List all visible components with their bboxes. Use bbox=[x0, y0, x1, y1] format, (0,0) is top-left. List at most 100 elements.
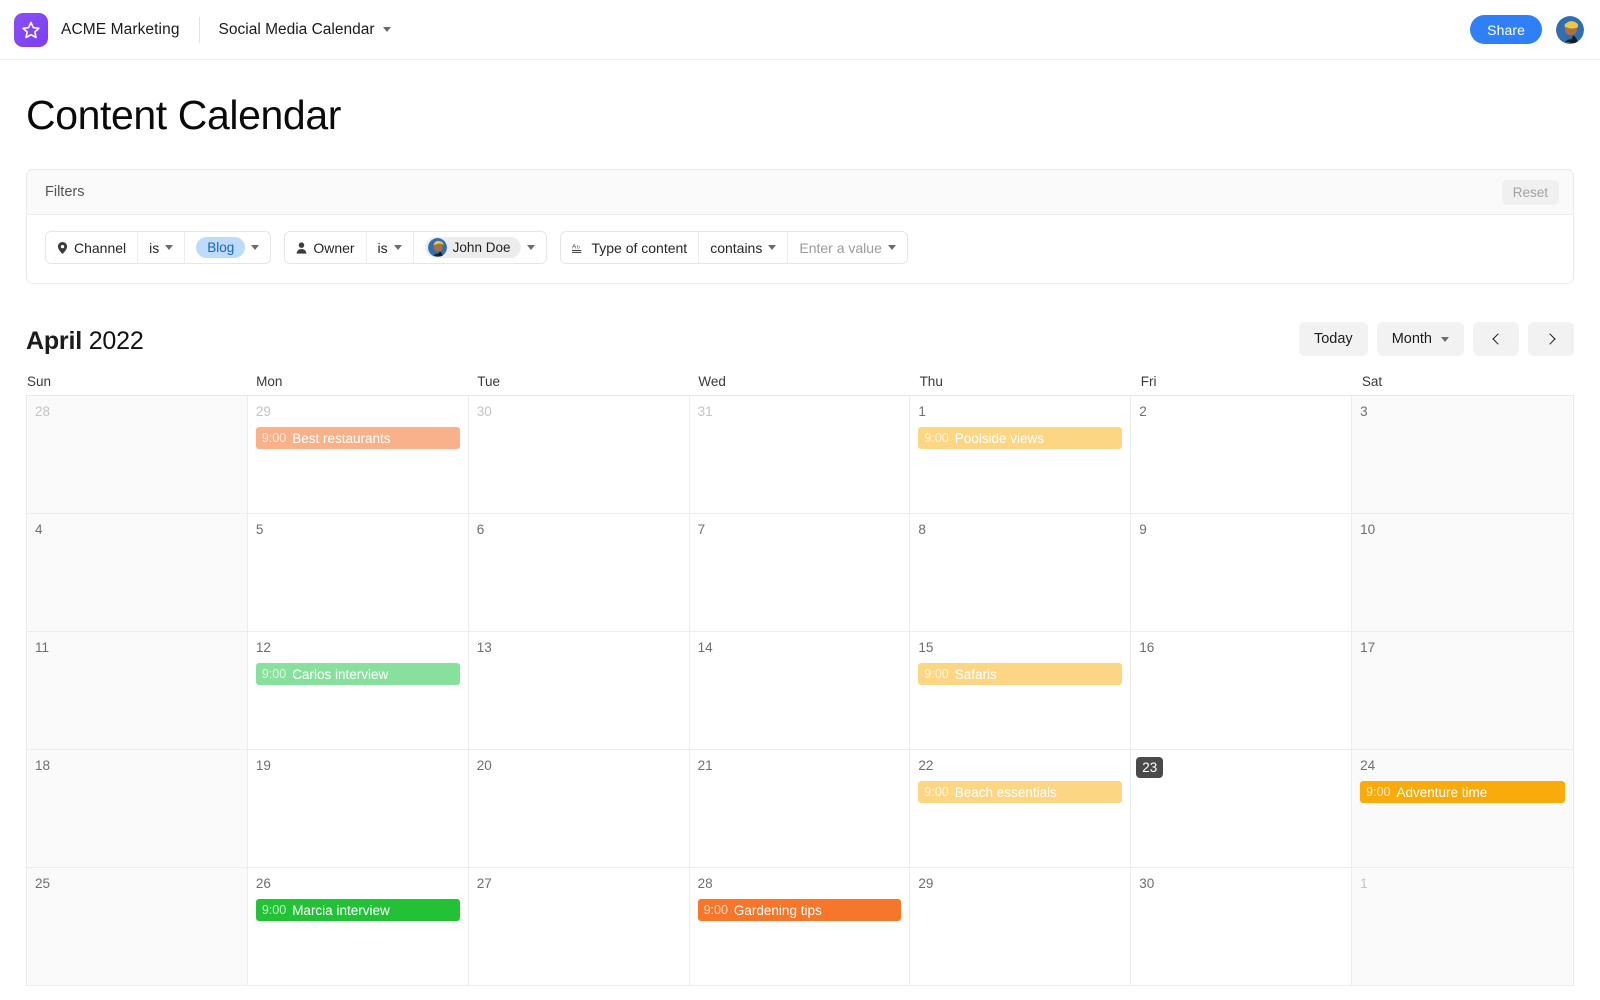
today-button[interactable]: Today bbox=[1298, 322, 1368, 356]
share-button[interactable]: Share bbox=[1470, 15, 1542, 44]
filter-owner-value[interactable]: John Doe bbox=[412, 232, 547, 263]
day-number-today: 23 bbox=[1136, 757, 1164, 778]
calendar-day-cell[interactable]: 30 bbox=[468, 396, 690, 514]
day-number: 30 bbox=[476, 404, 492, 419]
chevron-down-icon bbox=[768, 245, 777, 250]
chevron-right-icon bbox=[1543, 333, 1556, 345]
filter-type-of-content: A b Type of content contains Enter a val… bbox=[560, 231, 908, 264]
calendar-event[interactable]: 9:00 Best restaurants bbox=[255, 427, 460, 449]
calendar-day-cell[interactable]: 16 bbox=[1131, 632, 1353, 750]
filter-type-operator[interactable]: contains bbox=[698, 232, 787, 263]
day-number: 20 bbox=[476, 758, 492, 773]
reset-filters-button[interactable]: Reset bbox=[1501, 179, 1559, 205]
calendar-day-cell[interactable]: 10 bbox=[1352, 514, 1573, 632]
page-body: Content Calendar Filters Reset Channel i… bbox=[0, 92, 1600, 986]
calendar-day-cell[interactable]: 30 bbox=[1131, 868, 1353, 986]
prev-month-button[interactable] bbox=[1473, 322, 1519, 356]
day-number: 13 bbox=[476, 640, 492, 655]
calendar-day-cell[interactable]: 24 9:00 Adventure time bbox=[1352, 750, 1573, 868]
avatar[interactable] bbox=[1556, 15, 1584, 44]
calendar-day-cell[interactable]: 29 9:00 Best restaurants bbox=[247, 396, 469, 514]
filter-owner-operator-label: is bbox=[377, 239, 388, 256]
calendar-day-cell[interactable]: 2 bbox=[1131, 396, 1353, 514]
calendar-day-cell[interactable]: 3 bbox=[1352, 396, 1573, 514]
chevron-down-icon bbox=[382, 27, 391, 32]
document-title-menu[interactable]: Social Media Calendar bbox=[219, 21, 391, 39]
calendar-day-cell[interactable]: 15 9:00 Safaris bbox=[910, 632, 1132, 750]
calendar-event[interactable]: 9:00 Carlos interview bbox=[255, 663, 460, 685]
next-month-button[interactable] bbox=[1528, 322, 1574, 356]
app-logo[interactable] bbox=[14, 12, 48, 47]
calendar-day-cell[interactable]: 18 bbox=[27, 750, 248, 868]
calendar-day-cell[interactable]: 19 bbox=[247, 750, 469, 868]
calendar-day-cell[interactable]: 29 bbox=[910, 868, 1132, 986]
calendar-event[interactable]: 9:00 Gardening tips bbox=[697, 899, 902, 921]
filter-type-value[interactable]: Enter a value bbox=[787, 232, 906, 263]
event-time: 9:00 bbox=[924, 785, 949, 799]
event-time: 9:00 bbox=[924, 431, 949, 445]
calendar-day-cell[interactable]: 7 bbox=[689, 514, 911, 632]
event-time: 9:00 bbox=[1366, 785, 1391, 799]
calendar-day-cell[interactable]: 14 bbox=[689, 632, 911, 750]
calendar-day-cell[interactable]: 6 bbox=[468, 514, 690, 632]
day-number: 7 bbox=[697, 522, 706, 537]
day-of-week-mon: Mon bbox=[256, 374, 283, 389]
calendar-day-cell[interactable]: 5 bbox=[247, 514, 469, 632]
chevron-down-icon bbox=[1441, 336, 1449, 342]
filter-owner-field[interactable]: Owner bbox=[285, 232, 365, 263]
location-pin-icon bbox=[57, 241, 68, 254]
calendar-day-cell[interactable]: 4 bbox=[27, 514, 248, 632]
calendar-day-cell[interactable]: 12 9:00 Carlos interview bbox=[247, 632, 469, 750]
day-number: 11 bbox=[35, 640, 50, 655]
filter-type-value-placeholder: Enter a value bbox=[799, 239, 882, 256]
calendar-grid: 28 29 9:00 Best restaurants 30 31 1 9:00 Poolsid… bbox=[26, 395, 1574, 986]
filter-type-field[interactable]: A b Type of content bbox=[561, 232, 698, 263]
calendar-event[interactable]: 9:00 Adventure time bbox=[1360, 781, 1565, 803]
filter-channel-field[interactable]: Channel bbox=[46, 232, 137, 263]
calendar-event[interactable]: 9:00 Beach essentials bbox=[918, 781, 1123, 803]
calendar-day-cell[interactable]: 11 bbox=[27, 632, 248, 750]
calendar-day-cell[interactable]: 9 bbox=[1131, 514, 1353, 632]
filter-owner-field-label: Owner bbox=[313, 239, 355, 256]
filter-channel-operator[interactable]: is bbox=[137, 232, 184, 263]
calendar-year: 2022 bbox=[88, 327, 144, 355]
day-number: 24 bbox=[1360, 758, 1376, 773]
calendar-day-cell[interactable]: 21 bbox=[689, 750, 911, 868]
calendar-event[interactable]: 9:00 Safaris bbox=[918, 663, 1123, 685]
calendar-day-cell[interactable]: 20 bbox=[468, 750, 690, 868]
chevron-down-icon bbox=[165, 245, 174, 250]
calendar-day-cell[interactable]: 23 bbox=[1131, 750, 1353, 868]
calendar-day-cell[interactable]: 1 bbox=[1352, 868, 1573, 986]
day-of-week-thu: Thu bbox=[919, 374, 943, 389]
day-of-week-fri: Fri bbox=[1140, 374, 1157, 389]
filter-channel-value[interactable]: Blog bbox=[184, 232, 270, 263]
calendar-day-cell[interactable]: 28 bbox=[27, 396, 248, 514]
view-select[interactable]: Month bbox=[1376, 322, 1464, 356]
calendar-event[interactable]: 9:00 Marcia interview bbox=[255, 899, 460, 921]
filter-channel-operator-label: is bbox=[149, 239, 160, 256]
calendar-day-cell[interactable]: 17 bbox=[1352, 632, 1573, 750]
day-number: 27 bbox=[476, 876, 492, 891]
filter-type-operator-label: contains bbox=[710, 239, 763, 256]
calendar-event[interactable]: 9:00 Poolside views bbox=[918, 427, 1123, 449]
event-time: 9:00 bbox=[924, 667, 949, 681]
calendar-month-title: April 2022 bbox=[26, 327, 144, 356]
filter-type-field-label: Type of content bbox=[591, 239, 688, 256]
filter-channel-value-chip: Blog bbox=[196, 237, 246, 258]
calendar-day-cell[interactable]: 31 bbox=[689, 396, 911, 514]
day-number: 4 bbox=[35, 522, 43, 537]
filter-owner-operator[interactable]: is bbox=[365, 232, 413, 263]
filter-owner-value-chip: John Doe bbox=[424, 237, 522, 258]
location-pin-glyph bbox=[57, 241, 68, 254]
calendar-day-cell[interactable]: 25 bbox=[27, 868, 248, 986]
calendar-day-cell[interactable]: 26 9:00 Marcia interview bbox=[247, 868, 469, 986]
calendar-day-cell[interactable]: 27 bbox=[468, 868, 690, 986]
calendar-day-cell[interactable]: 28 9:00 Gardening tips bbox=[689, 868, 911, 986]
calendar-day-cell[interactable]: 22 9:00 Beach essentials bbox=[910, 750, 1132, 868]
calendar-day-cell[interactable]: 8 bbox=[910, 514, 1132, 632]
day-number: 12 bbox=[255, 640, 271, 655]
calendar-day-cell[interactable]: 13 bbox=[468, 632, 690, 750]
event-title: Marcia interview bbox=[292, 902, 390, 918]
calendar-day-cell[interactable]: 1 9:00 Poolside views bbox=[910, 396, 1132, 514]
day-number: 31 bbox=[697, 404, 713, 419]
